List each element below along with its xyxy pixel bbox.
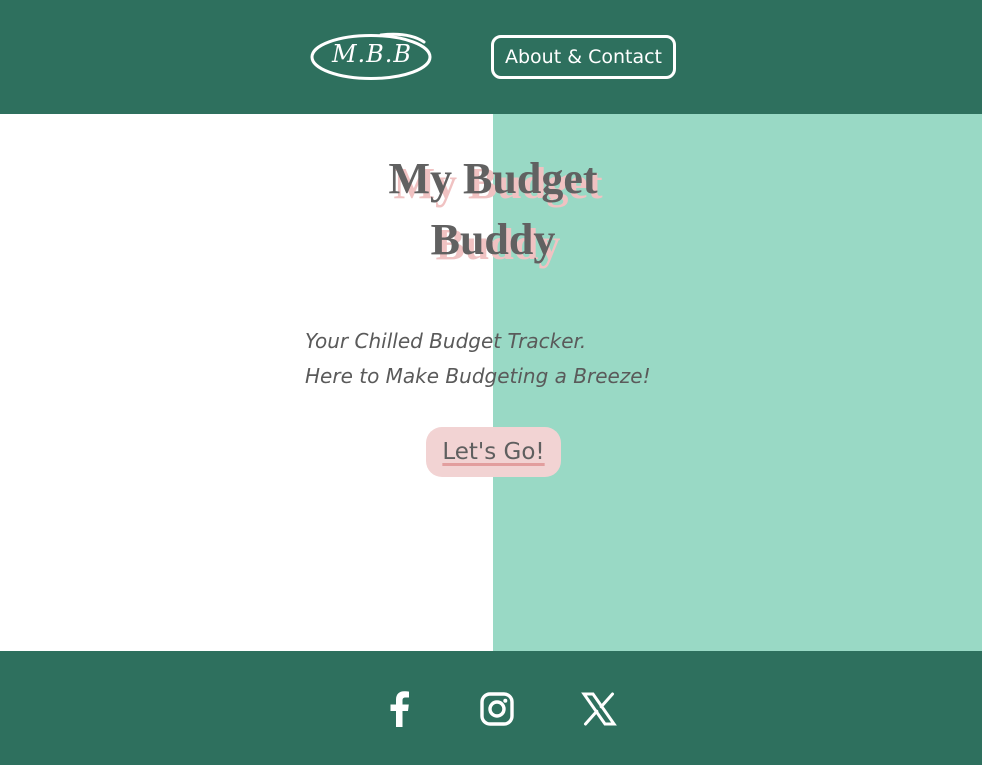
facebook-icon[interactable] — [380, 689, 420, 729]
page-title-line-2: Buddy — [430, 215, 556, 264]
page-title-line-1: My Budget — [388, 154, 598, 203]
logo-text: M.B.B — [331, 40, 413, 68]
site-footer — [0, 651, 982, 765]
instagram-icon[interactable] — [477, 689, 517, 729]
hero-section: My Budget Buddy Your Chilled Budget Trac… — [0, 114, 982, 651]
site-header: M.B.B About & Contact — [0, 0, 982, 114]
page-title: My Budget Buddy — [300, 148, 686, 270]
about-contact-link[interactable]: About & Contact — [491, 35, 676, 79]
lets-go-button-label: Let's Go! — [442, 439, 545, 465]
tagline: Your Chilled Budget Tracker. Here to Mak… — [305, 324, 725, 394]
tagline-line-2: Here to Make Budgeting a Breeze! — [305, 364, 651, 388]
x-icon[interactable] — [579, 689, 619, 729]
tagline-line-1: Your Chilled Budget Tracker. — [305, 329, 587, 353]
lets-go-button[interactable]: Let's Go! — [426, 427, 561, 477]
logo[interactable]: M.B.B — [309, 30, 435, 82]
